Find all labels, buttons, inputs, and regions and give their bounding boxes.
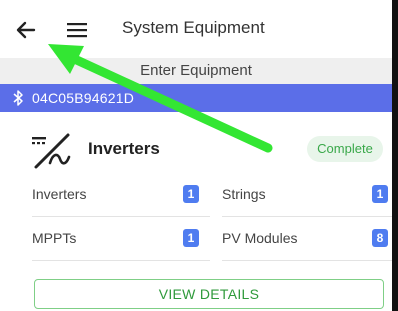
pv-modules-count-badge: 8	[372, 229, 388, 247]
bluetooth-icon	[13, 90, 23, 106]
divider	[222, 260, 392, 261]
mppts-label: MPPTs	[32, 230, 77, 246]
equipment-row: MPPTs 1 PV Modules 8	[32, 217, 392, 261]
back-arrow-icon[interactable]	[12, 16, 40, 44]
inverters-card: Inverters Complete Inverters 1 Strings 1…	[24, 121, 392, 311]
phone-screen: System Equipment Enter Equipment 04C05B9…	[0, 0, 398, 311]
inverter-icon	[32, 133, 71, 169]
page-title: System Equipment	[122, 18, 265, 37]
pv-modules-label: PV Modules	[222, 230, 298, 246]
app-header: System Equipment	[0, 0, 392, 58]
section-subtitle: Enter Equipment	[0, 58, 392, 85]
strings-label: Strings	[222, 186, 266, 202]
divider	[32, 260, 210, 261]
mppts-count-badge: 1	[183, 229, 199, 247]
bluetooth-device-id: 04C05B94621D	[32, 90, 135, 106]
status-badge: Complete	[307, 136, 383, 162]
strings-count-badge: 1	[372, 185, 388, 203]
equipment-row: Inverters 1 Strings 1	[32, 173, 392, 217]
inverters-count-badge: 1	[183, 185, 199, 203]
bluetooth-device-bar[interactable]: 04C05B94621D	[0, 84, 392, 112]
inverters-label: Inverters	[32, 186, 87, 202]
hamburger-menu-icon[interactable]	[64, 18, 90, 42]
view-details-button[interactable]: VIEW DETAILS	[34, 279, 384, 309]
card-title: Inverters	[88, 139, 160, 158]
